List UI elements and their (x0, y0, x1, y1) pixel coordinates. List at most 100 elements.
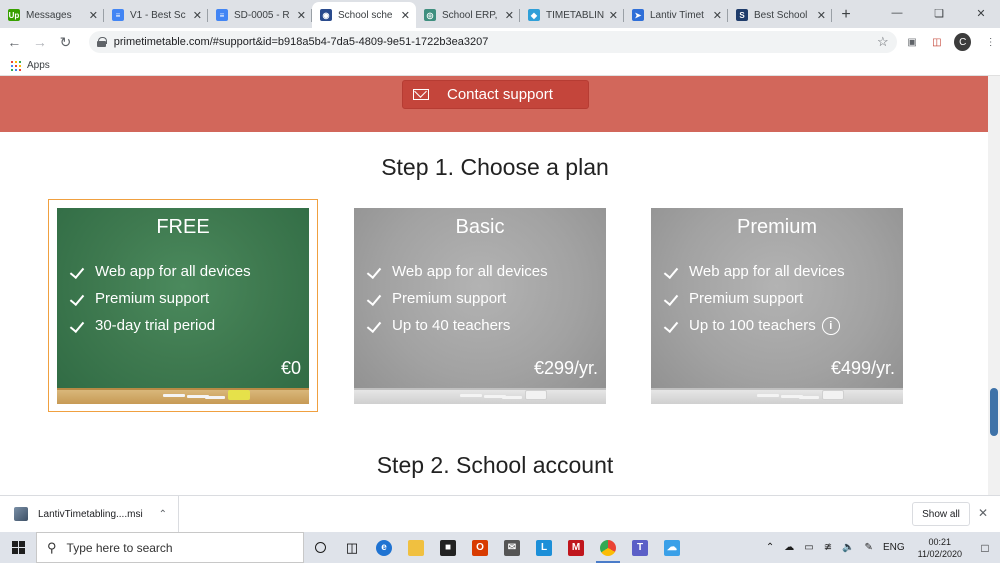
mcafee-icon[interactable]: M (560, 532, 592, 563)
plan-card-basic[interactable]: Basic Web app for all devices Premium su… (354, 208, 606, 404)
apps-bookmark[interactable]: Apps (27, 60, 50, 71)
wifi-icon[interactable]: ≇ (824, 542, 832, 553)
check-icon (69, 319, 85, 333)
google-docs-icon: ≡ (216, 9, 228, 21)
google-docs-icon: ≡ (112, 9, 124, 21)
feature-item: Up to 40 teachers (366, 312, 548, 339)
primetimetable-icon: ◉ (320, 9, 332, 21)
eraser-icon (228, 390, 250, 400)
address-bar[interactable]: primetimetable.com/#support&id=b918a5b4-… (88, 31, 897, 53)
tab-strip: Up Messages ✕ ≡ V1 - Best Sc ✕ ≡ SD-0005 - R ✕ ◉ S… (0, 0, 1000, 28)
taskbar-clock[interactable]: 00:21 11/02/2020 (918, 536, 962, 560)
plan-price: €499/yr. (830, 358, 895, 378)
browser-tab[interactable]: ➤ Lantiv Timet ✕ (624, 2, 728, 28)
check-icon (663, 292, 679, 306)
feature-item: Premium support (69, 285, 251, 312)
browser-tab[interactable]: S Best School ✕ (728, 2, 832, 28)
close-icon[interactable]: ✕ (978, 506, 988, 520)
tab-close-icon[interactable]: ✕ (297, 9, 306, 22)
feature-item: Premium support (663, 285, 845, 312)
language-indicator[interactable]: ENG (883, 542, 905, 553)
chrome-icon[interactable] (592, 532, 624, 563)
minimize-button[interactable]: — (882, 0, 912, 26)
browser-tab[interactable]: ◆ TIMETABLIN ✕ (520, 2, 624, 28)
taskbar-search-input[interactable]: ⚲ Type here to search (36, 532, 304, 563)
browser-tab[interactable]: ≡ V1 - Best Sc ✕ (104, 2, 208, 28)
plan-card-free[interactable]: FREE Web app for all devices Premium sup… (57, 208, 309, 404)
task-view-icon[interactable]: ◫ (336, 532, 368, 563)
check-icon (366, 319, 382, 333)
feature-item: 30-day trial period (69, 312, 251, 339)
check-icon (366, 292, 382, 306)
download-bar: LantivTimetabling....msi ⌃ Show all ✕ (0, 495, 1000, 533)
diamond-icon: ◆ (528, 9, 540, 21)
bookmark-star-icon[interactable]: ☆ (877, 34, 889, 50)
tab-close-icon[interactable]: ✕ (401, 9, 410, 22)
tab-close-icon[interactable]: ✕ (609, 9, 618, 22)
browser-tab[interactable]: Up Messages ✕ (0, 2, 104, 28)
page-scrollbar[interactable] (988, 76, 1000, 495)
download-item[interactable]: LantivTimetabling....msi ⌃ (0, 495, 179, 533)
plan-name: Basic (455, 216, 505, 238)
download-file-name: LantivTimetabling....msi (38, 508, 143, 520)
tray-expand-icon[interactable]: ⌃ (766, 542, 774, 553)
info-icon[interactable]: i (821, 316, 840, 335)
back-button[interactable]: ← (3, 30, 26, 54)
teams-icon[interactable]: T (624, 532, 656, 563)
apps-grid-icon[interactable] (11, 60, 21, 71)
extension-icon[interactable]: ▣ (903, 32, 922, 52)
check-icon (69, 292, 85, 306)
tab-close-icon[interactable]: ✕ (505, 9, 514, 22)
check-icon (663, 265, 679, 279)
check-icon (663, 319, 679, 333)
volume-icon[interactable]: 🔈 (842, 542, 854, 553)
plan-price: €299/yr. (533, 358, 598, 378)
browser-tab[interactable]: ◎ School ERP, ✕ (416, 2, 520, 28)
feature-item: Web app for all devices (69, 258, 251, 285)
store-icon[interactable]: ■ (432, 532, 464, 563)
file-explorer-icon[interactable] (400, 532, 432, 563)
check-icon (69, 265, 85, 279)
onedrive-icon[interactable]: ☁ (656, 532, 688, 563)
cortana-icon[interactable] (304, 532, 336, 563)
office-icon[interactable]: O (464, 532, 496, 563)
windows-start-icon[interactable] (0, 532, 36, 563)
step1-heading: Step 1. Choose a plan (381, 154, 609, 180)
tab-close-icon[interactable]: ✕ (193, 9, 202, 22)
clock-time: 00:21 (928, 536, 952, 547)
tab-close-icon[interactable]: ✕ (817, 9, 826, 22)
lantiv-app-icon[interactable]: L (528, 532, 560, 563)
support-banner: Contact support (0, 76, 988, 132)
lantiv-icon: ➤ (632, 9, 644, 21)
feature-list: Web app for all devices Premium support … (663, 258, 845, 339)
battery-icon[interactable]: ▭ (804, 542, 813, 553)
tab-title: V1 - Best Sc (130, 9, 186, 21)
plan-card-premium[interactable]: Premium Web app for all devices Premium … (651, 208, 903, 404)
restore-button[interactable]: ❏ (924, 0, 954, 26)
tab-close-icon[interactable]: ✕ (89, 9, 98, 22)
notification-center-icon[interactable]: □ (970, 532, 1000, 563)
chalk-ledge (57, 388, 309, 404)
tab-title: SD-0005 - R (234, 9, 290, 21)
pen-icon[interactable]: ✎ (865, 542, 873, 553)
tab-close-icon[interactable]: ✕ (713, 9, 722, 22)
clock-date: 11/02/2020 (917, 548, 962, 559)
chevron-up-icon[interactable]: ⌃ (159, 509, 167, 520)
browser-tab[interactable]: ≡ SD-0005 - R ✕ (208, 2, 312, 28)
mail-icon[interactable]: ✉ (496, 532, 528, 563)
show-all-button[interactable]: Show all (912, 502, 970, 526)
tab-title: School ERP, (442, 9, 498, 21)
contact-support-button[interactable]: Contact support (402, 80, 589, 109)
menu-kebab-icon[interactable]: ⋮ (981, 32, 1000, 52)
browser-tab[interactable]: ◉ School sche ✕ (312, 2, 416, 28)
feature-item: Premium support (366, 285, 548, 312)
edge-icon[interactable]: e (368, 532, 400, 563)
profile-avatar[interactable]: C (954, 33, 972, 51)
forward-button[interactable]: → (29, 30, 52, 54)
scrollbar-thumb[interactable] (990, 388, 998, 436)
new-tab-button[interactable]: + (832, 2, 860, 28)
extension-shield-icon[interactable]: ◫ (927, 32, 946, 52)
close-window-button[interactable]: ✕ (966, 0, 996, 26)
reload-button[interactable]: ↻ (54, 30, 77, 54)
cloud-icon[interactable]: ☁ (784, 542, 794, 553)
